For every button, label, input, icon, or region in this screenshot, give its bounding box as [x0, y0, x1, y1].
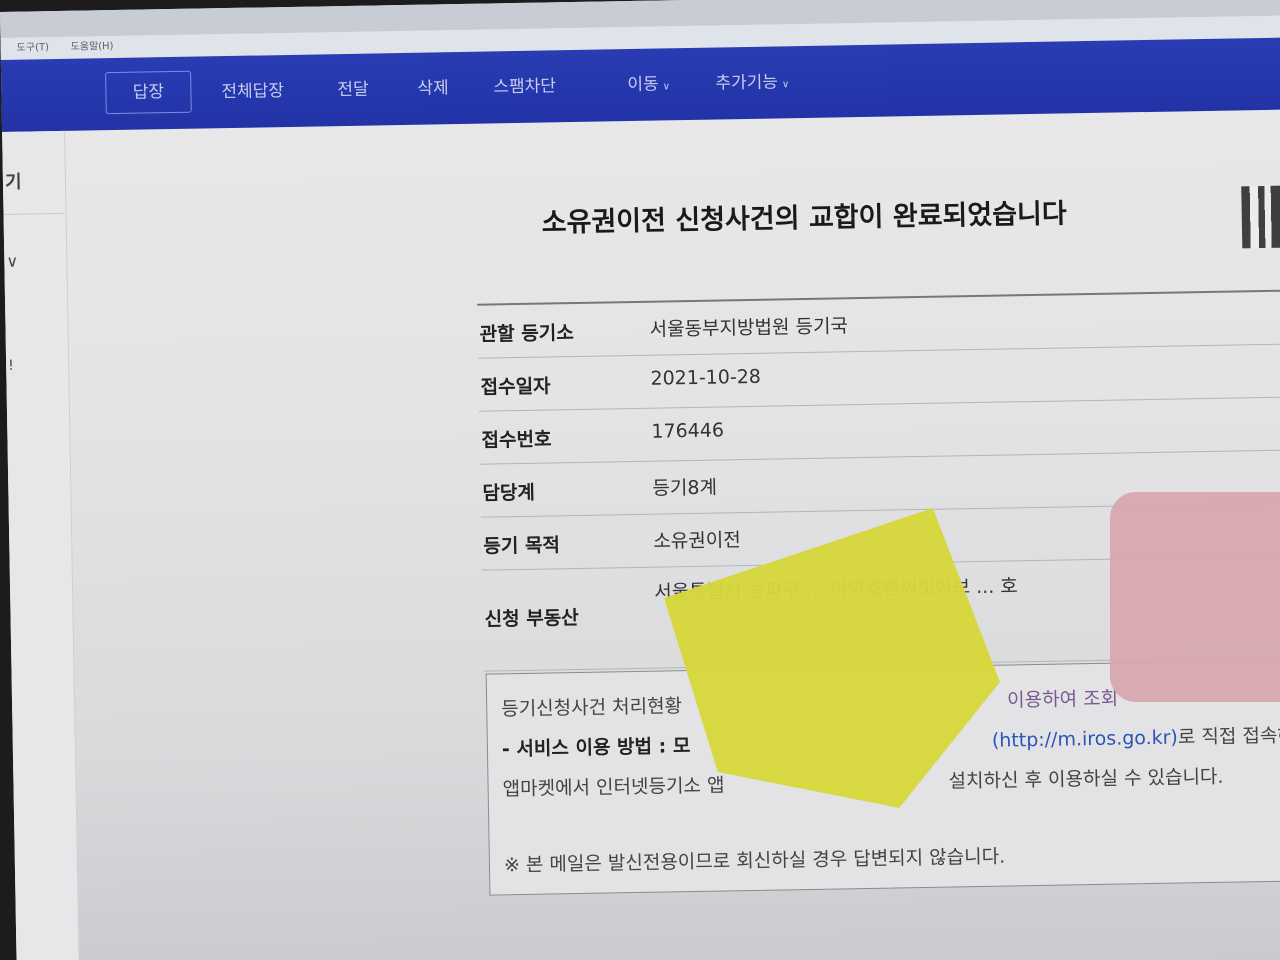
- qr-code-icon: [1241, 185, 1280, 249]
- notice-line-1: 등기신청사건 처리현황 이용하여 조회: [501, 688, 1118, 721]
- notice-line-3-start: 앱마켓에서 인터넷등기소 앱: [502, 774, 725, 801]
- chevron-down-icon[interactable]: ∨: [6, 252, 18, 271]
- chevron-down-icon: ∨: [662, 81, 671, 93]
- sidebar-divider: [3, 212, 64, 215]
- row-label: 접수번호: [481, 428, 552, 452]
- row-value: 서울동부지방법원 등기국: [649, 315, 849, 341]
- row-label: 신청 부동산: [484, 606, 579, 631]
- sidebar-partial-title: 기: [4, 171, 22, 193]
- photo-stage: 도구(T) 도움말(H) 답장 전체답장 전달 삭제 스팸차단 이동 ∨ 추가기능…: [0, 0, 1280, 960]
- reply-button[interactable]: 답장: [105, 70, 192, 115]
- row-value: 등기8계: [652, 476, 718, 500]
- notice-footer: ※ 본 메일은 발신전용이므로 회신하실 경우 답변되지 않습니다.: [503, 845, 1006, 877]
- mobile-site-link[interactable]: (http://m.iros.go.kr): [992, 727, 1178, 752]
- forward-button[interactable]: 전달: [337, 76, 369, 105]
- notice-line-2-tail: (http://m.iros.go.kr)로 직접 접속하: [992, 721, 1280, 753]
- row-label: 접수일자: [480, 375, 551, 399]
- mail-screen: 도구(T) 도움말(H) 답장 전체답장 전달 삭제 스팸차단 이동 ∨ 추가기능…: [0, 0, 1280, 960]
- row-value: 2021-10-28: [650, 365, 762, 390]
- notice-line-3-end: 설치하신 후 이용하실 수 있습니다.: [948, 765, 1224, 793]
- menu-item-tools[interactable]: 도구(T): [16, 37, 49, 60]
- notice-line-1-end: 이용하여 조회: [1006, 687, 1119, 712]
- more-dropdown[interactable]: 추가기능 ∨: [715, 68, 789, 100]
- left-sidebar: 기 ∨ !: [2, 130, 81, 960]
- move-dropdown[interactable]: 이동 ∨: [627, 70, 670, 102]
- more-label: 추가기능: [715, 72, 779, 94]
- row-value: 소유권이전: [653, 529, 741, 553]
- reply-all-button[interactable]: 전체답장: [221, 77, 284, 106]
- spam-block-button[interactable]: 스팸차단: [493, 72, 556, 101]
- move-label: 이동: [627, 74, 659, 96]
- notice-line-2: - 서비스 이용 방법 : 모 (http://m.iros.go.kr)로 직…: [501, 725, 1280, 761]
- row-value: 176446: [651, 419, 725, 443]
- pink-sticky-note: [1110, 492, 1280, 702]
- row-label: 등기 목적: [483, 534, 561, 558]
- email-title: 소유권이전 신청사건의 교합이 완료되었습니다: [541, 198, 1067, 239]
- menu-item-help[interactable]: 도움말(H): [70, 36, 114, 59]
- chevron-down-icon: ∨: [781, 79, 790, 91]
- notice-line-1-start: 등기신청사건 처리현황: [501, 695, 683, 721]
- notice-line-3: 앱마켓에서 인터넷등기소 앱 설치하신 후 이용하실 수 있습니다.: [502, 766, 1223, 801]
- row-label: 관할 등기소: [479, 322, 574, 346]
- notice-line-2-end: 로 직접 접속하: [1177, 724, 1280, 749]
- delete-button[interactable]: 삭제: [417, 74, 449, 103]
- notice-line-2-bold: - 서비스 이용 방법 : 모: [501, 735, 691, 761]
- sidebar-partial-mark: !: [8, 357, 14, 374]
- row-label: 담당계: [482, 481, 536, 505]
